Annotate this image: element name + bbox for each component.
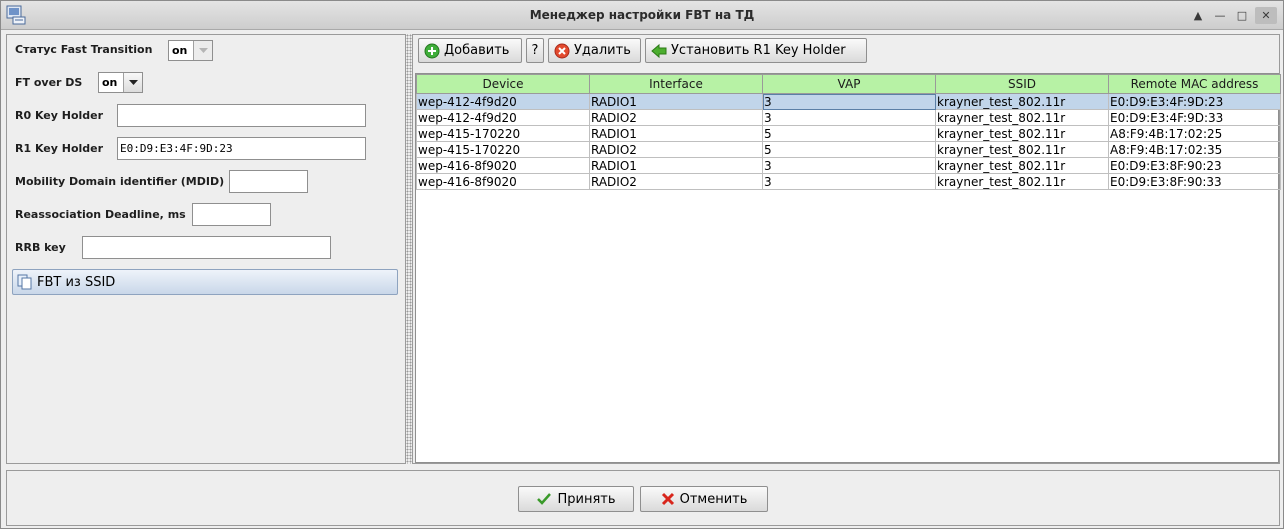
fbt-from-ssid-label: FBT из SSID [37, 274, 116, 290]
cell-interface: RADIO2 [589, 173, 763, 190]
window-title: Менеджер настройки FBT на ТД [529, 8, 755, 22]
rrb-key-label: RRB key [15, 241, 66, 254]
set-r1-key-holder-button[interactable]: Установить R1 Key Holder [645, 38, 867, 63]
close-icon[interactable]: ✕ [1255, 7, 1277, 24]
cell-ssid: krayner_test_802.11r [935, 157, 1109, 174]
mdid-label: Mobility Domain identifier (MDID) [15, 175, 225, 188]
set-r1-key-holder-label: Установить R1 Key Holder [671, 43, 846, 58]
table-header-row: Device Interface VAP SSID Remote MAC add… [416, 74, 1281, 94]
x-circle-icon [554, 43, 570, 58]
cell-interface: RADIO2 [589, 109, 763, 126]
chevron-down-icon [123, 73, 142, 92]
cancel-button[interactable]: Отменить [640, 486, 768, 512]
cell-device: wep-415-170220 [416, 125, 590, 142]
cancel-label: Отменить [679, 491, 748, 507]
chevron-down-icon [193, 41, 212, 60]
cell-remote-mac: E0:D9:E3:8F:90:33 [1108, 173, 1281, 190]
fbt-manager-window: Менеджер настройки FBT на ТД ▲ — □ ✕ Ста… [0, 0, 1284, 529]
cell-remote-mac: E0:D9:E3:8F:90:23 [1108, 157, 1281, 174]
cell-vap[interactable]: 3 [762, 157, 936, 174]
fast-transition-select[interactable]: on [168, 40, 213, 61]
column-header-ssid[interactable]: SSID [935, 74, 1109, 94]
mdid-field[interactable] [229, 170, 308, 193]
accept-label: Принять [557, 491, 616, 507]
column-header-vap[interactable]: VAP [762, 74, 936, 94]
cell-interface: RADIO1 [589, 125, 763, 142]
table-row[interactable]: wep-416-8f9020 RADIO2 3 krayner_test_802… [416, 173, 1281, 190]
help-label: ? [531, 43, 539, 58]
table-row[interactable]: wep-412-4f9d20 RADIO2 3 krayner_test_802… [416, 109, 1281, 126]
table-row[interactable]: wep-412-4f9d20 RADIO1 3 krayner_test_802… [416, 93, 1281, 110]
pin-icon[interactable]: ▲ [1189, 7, 1207, 24]
cell-remote-mac: E0:D9:E3:4F:9D:33 [1108, 109, 1281, 126]
cell-device: wep-415-170220 [416, 141, 590, 158]
column-header-remote-mac[interactable]: Remote MAC address [1108, 74, 1281, 94]
cell-vap[interactable]: 3 [762, 109, 936, 126]
fbt-from-ssid-button[interactable]: FBT из SSID [12, 269, 398, 295]
dialog-button-bar: Принять Отменить [6, 470, 1280, 526]
cell-ssid: krayner_test_802.11r [935, 173, 1109, 190]
cell-ssid: krayner_test_802.11r [935, 93, 1109, 110]
copy-pages-icon [17, 274, 32, 290]
fast-transition-value: on [172, 44, 188, 57]
cell-interface: RADIO2 [589, 141, 763, 158]
cell-interface: RADIO1 [589, 93, 763, 110]
ft-over-ds-select[interactable]: on [98, 72, 143, 93]
fast-transition-label: Статус Fast Transition [15, 43, 153, 56]
column-header-device[interactable]: Device [416, 74, 590, 94]
maximize-icon[interactable]: □ [1233, 7, 1251, 24]
reassociation-deadline-field[interactable] [192, 203, 271, 226]
help-button[interactable]: ? [526, 38, 544, 63]
cell-ssid: krayner_test_802.11r [935, 109, 1109, 126]
checkmark-icon [537, 493, 552, 505]
cell-device: wep-412-4f9d20 [416, 93, 590, 110]
cell-device: wep-416-8f9020 [416, 157, 590, 174]
cell-vap[interactable]: 5 [762, 141, 936, 158]
fbt-settings-panel: Статус Fast Transition on FT over DS on … [6, 34, 406, 464]
table-row[interactable]: wep-416-8f9020 RADIO1 3 krayner_test_802… [416, 157, 1281, 174]
add-button[interactable]: Добавить [418, 38, 522, 63]
green-arrow-left-icon [651, 43, 667, 58]
accept-button[interactable]: Принять [518, 486, 634, 512]
cell-device: wep-412-4f9d20 [416, 109, 590, 126]
devices-table[interactable]: Device Interface VAP SSID Remote MAC add… [415, 73, 1281, 463]
ft-over-ds-value: on [102, 76, 118, 89]
plus-circle-icon [424, 43, 440, 58]
cell-ssid: krayner_test_802.11r [935, 125, 1109, 142]
cell-remote-mac: A8:F9:4B:17:02:25 [1108, 125, 1281, 142]
title-bar: Менеджер настройки FBT на ТД ▲ — □ ✕ [1, 1, 1283, 30]
add-label: Добавить [444, 43, 510, 58]
cell-device: wep-416-8f9020 [416, 173, 590, 190]
r1-key-holder-field[interactable]: E0:D9:E3:4F:9D:23 [117, 137, 366, 160]
devices-panel: Добавить ? Удалить Установить R1 Key Hol… [412, 34, 1281, 464]
red-x-icon [661, 492, 674, 506]
rrb-key-field[interactable] [82, 236, 331, 259]
table-row[interactable]: wep-415-170220 RADIO1 5 krayner_test_802… [416, 125, 1281, 142]
cell-remote-mac: A8:F9:4B:17:02:35 [1108, 141, 1281, 158]
minimize-icon[interactable]: — [1211, 7, 1229, 24]
cell-vap[interactable]: 3 [762, 173, 936, 190]
r0-key-holder-field[interactable] [117, 104, 366, 127]
cell-interface: RADIO1 [589, 157, 763, 174]
ft-over-ds-label: FT over DS [15, 76, 83, 89]
cell-ssid: krayner_test_802.11r [935, 141, 1109, 158]
column-header-interface[interactable]: Interface [589, 74, 763, 94]
cell-remote-mac: E0:D9:E3:4F:9D:23 [1108, 93, 1281, 110]
table-row[interactable]: wep-415-170220 RADIO2 5 krayner_test_802… [416, 141, 1281, 158]
cell-vap[interactable]: 3 [762, 93, 936, 110]
delete-button[interactable]: Удалить [548, 38, 641, 63]
cell-vap[interactable]: 5 [762, 125, 936, 142]
r0-key-holder-label: R0 Key Holder [15, 109, 104, 122]
r1-key-holder-label: R1 Key Holder [15, 142, 104, 155]
reassociation-deadline-label: Reassociation Deadline, ms [15, 208, 186, 221]
delete-label: Удалить [574, 43, 631, 58]
